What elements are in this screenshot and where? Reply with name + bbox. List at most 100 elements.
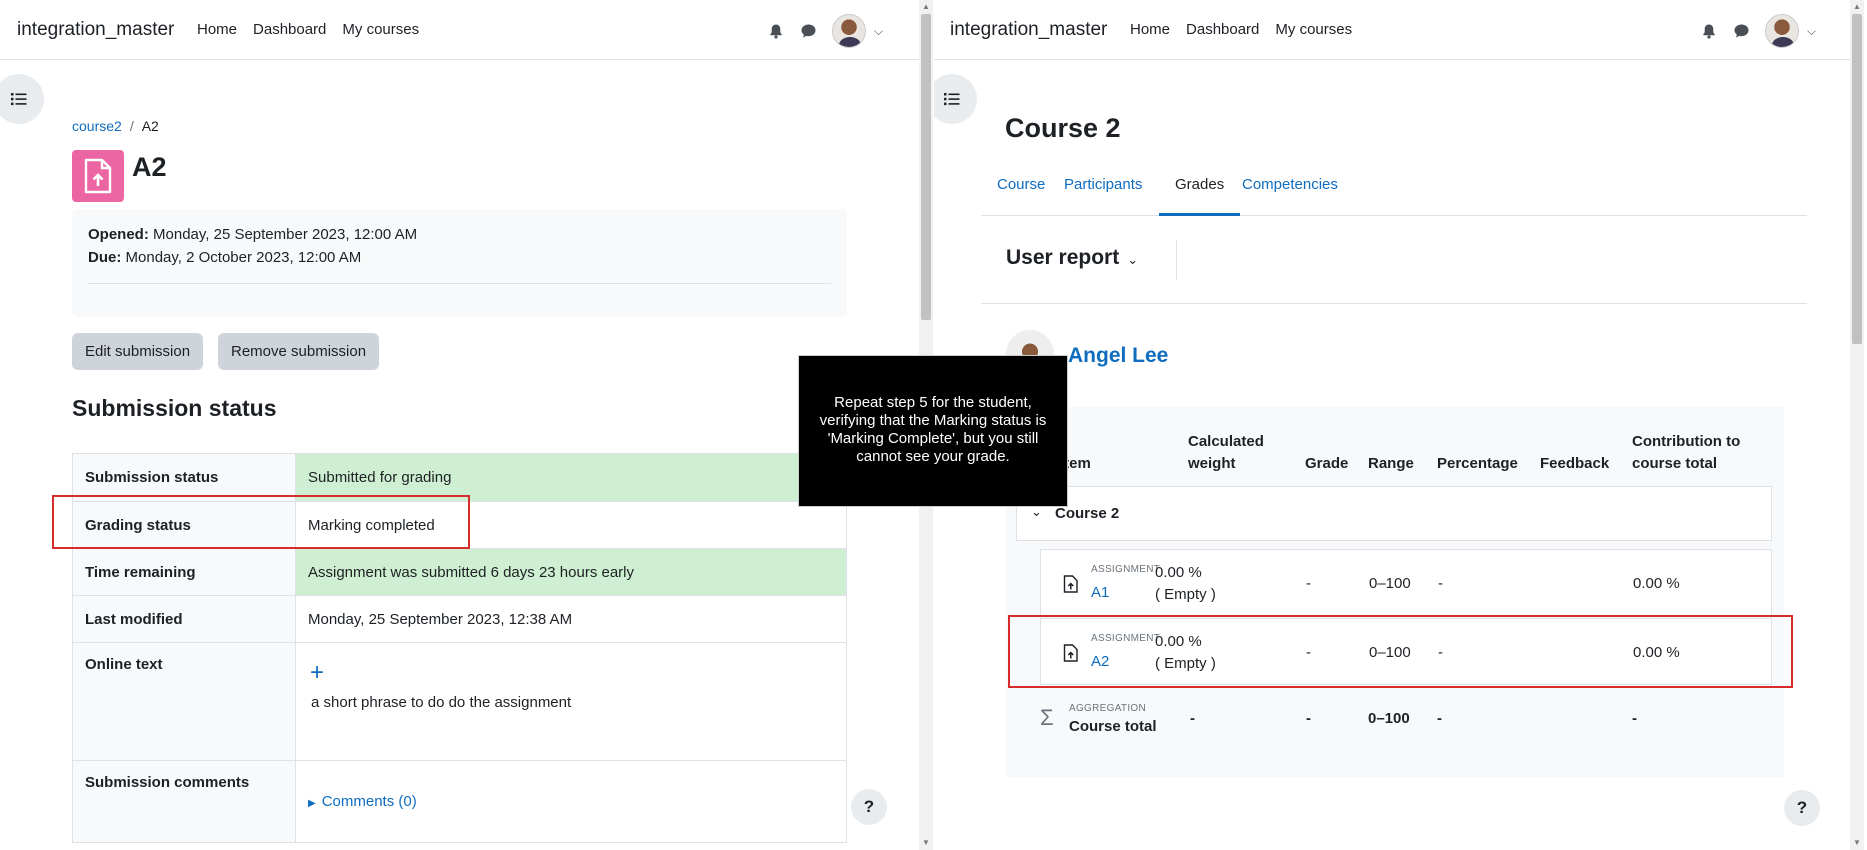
nav-home[interactable]: Home <box>197 21 237 38</box>
percentage-value: - <box>1438 575 1443 592</box>
weight-note: ( Empty ) <box>1155 586 1216 603</box>
breadcrumb: course2 / A2 <box>72 118 159 134</box>
category-name: Course 2 <box>1055 505 1120 522</box>
chat-icon[interactable] <box>1725 15 1757 47</box>
divider <box>88 283 831 284</box>
left-browser-pane: integration_master Home Dashboard My cou… <box>0 0 919 850</box>
list-icon <box>11 93 27 106</box>
instruction-tooltip: Repeat step 5 for the student, verifying… <box>798 355 1068 507</box>
percentage-value: - <box>1437 710 1442 727</box>
course-index-toggle[interactable] <box>934 74 977 124</box>
help-button[interactable]: ? <box>1784 790 1820 826</box>
highlight-grading-status <box>52 495 470 549</box>
table-row: Online text + a short phrase to do do th… <box>72 642 847 761</box>
report-selector[interactable]: User report ⌄ <box>1006 246 1138 270</box>
bell-icon[interactable] <box>1693 15 1725 47</box>
assignment-icon <box>72 150 124 202</box>
site-brand[interactable]: integration_master <box>950 19 1107 41</box>
site-brand[interactable]: integration_master <box>17 19 174 41</box>
remove-submission-button[interactable]: Remove submission <box>218 333 380 370</box>
nav-home[interactable]: Home <box>1130 21 1170 38</box>
user-avatar[interactable] <box>832 14 866 48</box>
student-name[interactable]: Angel Lee <box>1068 344 1168 368</box>
divider <box>1176 240 1177 280</box>
category-row: ⌄ Course 2 <box>1016 486 1772 541</box>
column-header-range: Range <box>1368 455 1414 472</box>
chat-icon[interactable] <box>792 15 824 47</box>
activity-dates: Opened: Monday, 25 September 2023, 12:00… <box>72 209 847 317</box>
help-button[interactable]: ? <box>851 789 887 825</box>
opened-date: Opened: Monday, 25 September 2023, 12:00… <box>88 226 418 243</box>
scroll-down-arrow[interactable]: ▼ <box>1850 836 1864 850</box>
nav-dashboard[interactable]: Dashboard <box>253 21 326 38</box>
tab-competencies[interactable]: Competencies <box>1226 165 1354 216</box>
chevron-down-icon[interactable]: ⌵ <box>1807 24 1816 39</box>
bell-icon[interactable] <box>760 15 792 47</box>
submission-status-heading: Submission status <box>72 395 277 421</box>
row-value: ▶ Comments (0) <box>295 760 847 843</box>
row-key: Last modified <box>72 595 296 643</box>
online-text-content: a short phrase to do do the assignment <box>311 694 572 711</box>
divider <box>981 303 1807 304</box>
nav-my-courses[interactable]: My courses <box>1275 21 1352 38</box>
user-avatar[interactable] <box>1765 14 1799 48</box>
grade-report-table: item Calculated weight Grade Range Perce… <box>1006 407 1784 777</box>
contribution-value: 0.00 % <box>1633 575 1680 592</box>
nav-my-courses[interactable]: My courses <box>342 21 419 38</box>
comments-link[interactable]: Comments (0) <box>322 793 417 810</box>
right-scrollbar[interactable]: ▲ ▼ <box>1850 0 1864 850</box>
item-type: ASSIGNMENT <box>1091 564 1161 575</box>
range-value: 0–100 <box>1368 710 1410 727</box>
scroll-thumb[interactable] <box>1852 14 1862 344</box>
highlight-a2-row <box>1008 615 1793 688</box>
column-header-percentage: Percentage <box>1437 455 1518 472</box>
scroll-down-arrow[interactable]: ▼ <box>919 836 933 850</box>
range-value: 0–100 <box>1369 575 1411 592</box>
top-navbar: integration_master Home Dashboard My cou… <box>0 0 919 60</box>
tab-participants[interactable]: Participants <box>1048 165 1158 216</box>
right-browser-pane: integration_master Home Dashboard My cou… <box>934 0 1850 850</box>
breadcrumb-current: A2 <box>141 118 159 134</box>
due-date: Due: Monday, 2 October 2023, 12:00 AM <box>88 249 362 266</box>
nav-dashboard[interactable]: Dashboard <box>1186 21 1259 38</box>
expand-plus-icon[interactable]: + <box>310 661 834 685</box>
column-header-feedback: Feedback <box>1540 455 1610 472</box>
breadcrumb-separator: / <box>129 118 134 134</box>
scroll-thumb[interactable] <box>921 14 931 320</box>
table-row: Submission comments ▶ Comments (0) <box>72 760 847 843</box>
caret-right-icon[interactable]: ▶ <box>308 798 316 809</box>
chevron-down-icon[interactable]: ⌵ <box>874 24 883 39</box>
edit-submission-button[interactable]: Edit submission <box>72 333 204 370</box>
row-value: + a short phrase to do do the assignment <box>295 642 847 761</box>
page-title: A2 <box>132 152 167 182</box>
calculated-weight: - <box>1190 710 1195 727</box>
item-type: AGGREGATION <box>1069 703 1147 714</box>
row-value: Assignment was submitted 6 days 23 hours… <box>295 548 847 596</box>
scroll-up-arrow[interactable]: ▲ <box>1850 0 1864 14</box>
user-nav: ⌵ <box>760 14 883 48</box>
row-value: Monday, 25 September 2023, 12:38 AM <box>295 595 847 643</box>
grade-value: - <box>1306 710 1311 727</box>
grade-value: - <box>1306 575 1311 592</box>
calculated-weight: 0.00 % <box>1155 564 1202 581</box>
table-row: Last modified Monday, 25 September 2023,… <box>72 595 847 643</box>
course-index-toggle[interactable] <box>0 74 44 124</box>
grade-item-row: ASSIGNMENT A1 0.00 % ( Empty ) - 0–100 -… <box>1040 549 1772 616</box>
course-title: Course 2 <box>1005 113 1121 143</box>
assignment-icon <box>1063 575 1078 593</box>
primary-navigation: Home Dashboard My courses <box>197 21 435 38</box>
user-nav: ⌵ <box>1693 14 1816 48</box>
list-icon <box>944 93 960 106</box>
row-key: Online text <box>72 642 296 761</box>
sigma-icon: Σ <box>1040 705 1054 730</box>
column-header-contribution: Contribution to course total <box>1632 433 1741 472</box>
item-link-a1[interactable]: A1 <box>1091 584 1109 601</box>
scroll-up-arrow[interactable]: ▲ <box>919 0 933 14</box>
course-tabs: Course Participants Grades Competencies <box>981 165 1807 216</box>
row-key: Submission comments <box>72 760 296 843</box>
table-row: Time remaining Assignment was submitted … <box>72 548 847 596</box>
course-total-label: Course total <box>1069 718 1157 735</box>
column-header-weight: Calculated weight <box>1188 433 1264 472</box>
chevron-down-icon: ⌄ <box>1127 252 1139 267</box>
breadcrumb-course[interactable]: course2 <box>72 118 122 134</box>
